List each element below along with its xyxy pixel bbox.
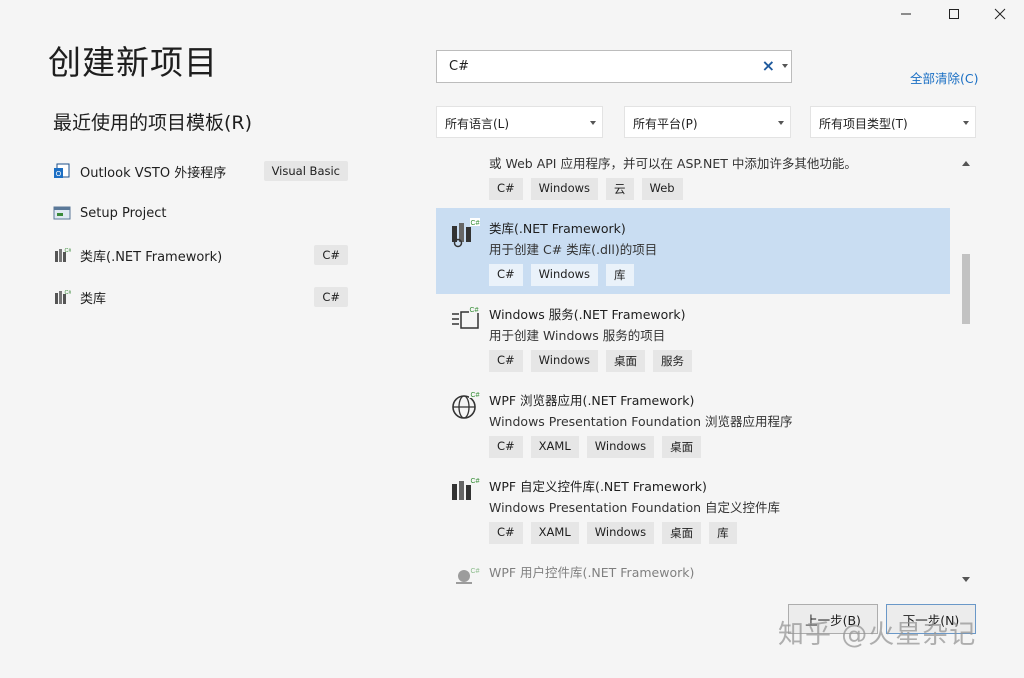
scrollbar-thumb[interactable]	[962, 254, 970, 324]
outlook-vsto-icon: O	[54, 163, 70, 178]
template-list-scrollbar[interactable]	[958, 156, 974, 584]
tag: C#	[489, 522, 523, 544]
template-item-wpf-custom-control-library[interactable]: C# WPF 自定义控件库(.NET Framework) Windows Pr…	[436, 466, 950, 552]
template-name: WPF 自定义控件库(.NET Framework)	[489, 479, 707, 494]
tag: 桌面	[662, 436, 702, 458]
template-search-box[interactable]: C# ×	[436, 50, 792, 83]
class-library-icon: C#	[55, 248, 71, 262]
template-item-class-library[interactable]: C# 类库(.NET Framework) 用于创建 C# 类库(.dll)的项…	[436, 208, 950, 294]
recent-item-class-library-framework[interactable]: C# 类库(.NET Framework) C#	[53, 238, 348, 272]
tag: Windows	[530, 350, 599, 372]
recent-item-label: Setup Project	[80, 205, 167, 221]
clear-all-link[interactable]: 全部清除(C)	[910, 68, 978, 87]
template-desc: Windows Presentation Foundation 自定义控件库	[489, 500, 780, 515]
template-item-wpf-browser-app[interactable]: C# WPF 浏览器应用(.NET Framework) Windows Pre…	[436, 380, 950, 466]
tag: XAML	[530, 522, 579, 544]
scroll-up-icon[interactable]	[962, 161, 970, 166]
tag: C#	[489, 436, 523, 458]
language-badge: C#	[314, 287, 348, 307]
tag: 库	[606, 264, 634, 286]
template-desc: 用于创建 C# 类库(.dll)的项目	[489, 242, 658, 257]
class-library-icon: C#	[55, 290, 71, 304]
wpf-user-control-icon: C#	[456, 566, 480, 584]
tag: C#	[489, 178, 523, 200]
project-type-filter-value: 所有项目类型(T)	[819, 117, 908, 131]
clear-search-icon[interactable]: ×	[762, 56, 775, 75]
svg-text:O: O	[56, 171, 62, 178]
tag: Windows	[530, 264, 599, 286]
tag: Windows	[586, 522, 655, 544]
setup-project-icon	[53, 206, 71, 220]
project-type-filter-select[interactable]: 所有项目类型(T)	[810, 106, 976, 138]
language-badge: Visual Basic	[263, 161, 348, 181]
recent-item-outlook-vsto[interactable]: O Outlook VSTO 外接程序 Visual Basic	[53, 154, 348, 188]
tag: C#	[489, 350, 523, 372]
search-input[interactable]: C#	[449, 59, 469, 74]
template-desc: 用于创建 Windows 服务的项目	[489, 328, 666, 343]
tag: 云	[606, 178, 634, 200]
maximize-button[interactable]	[930, 0, 978, 28]
tag: Web	[641, 178, 683, 200]
tag: Windows	[586, 436, 655, 458]
template-name: WPF 浏览器应用(.NET Framework)	[489, 393, 695, 408]
tag: C#	[489, 264, 523, 286]
wpf-control-library-icon: C#	[452, 476, 480, 500]
page-title: 创建新项目	[48, 43, 218, 82]
tag: 服务	[653, 350, 693, 372]
svg-text:C#: C#	[470, 307, 479, 314]
language-filter-value: 所有语言(L)	[445, 117, 510, 131]
maximize-icon	[949, 9, 959, 19]
platform-filter-select[interactable]: 所有平台(P)	[624, 106, 791, 138]
search-history-dropdown-icon[interactable]	[782, 64, 788, 68]
watermark-text: 知乎 @火星杂记	[778, 620, 977, 650]
tag: 库	[709, 522, 737, 544]
template-name: Windows 服务(.NET Framework)	[489, 307, 686, 322]
template-name: 类库(.NET Framework)	[489, 221, 626, 236]
recent-templates-heading: 最近使用的项目模板(R)	[53, 112, 253, 134]
minimize-button[interactable]	[882, 0, 930, 28]
tag: Windows	[530, 178, 599, 200]
recent-item-setup-project[interactable]: Setup Project	[53, 196, 348, 230]
svg-text:C#: C#	[471, 478, 480, 485]
close-icon	[994, 8, 1006, 20]
svg-text:C#: C#	[471, 392, 480, 399]
chevron-down-icon	[590, 121, 596, 125]
tag: 桌面	[606, 350, 646, 372]
template-item-web-app[interactable]: 或 Web API 应用程序，并可以在 ASP.NET 中添加许多其他功能。 C…	[436, 146, 950, 212]
tag: XAML	[530, 436, 579, 458]
minimize-icon	[901, 13, 911, 15]
language-badge: C#	[314, 245, 348, 265]
language-filter-select[interactable]: 所有语言(L)	[436, 106, 603, 138]
svg-text:C#: C#	[471, 220, 480, 227]
template-list[interactable]: 或 Web API 应用程序，并可以在 ASP.NET 中添加许多其他功能。 C…	[436, 146, 950, 584]
tag: 桌面	[662, 522, 702, 544]
template-desc: 或 Web API 应用程序，并可以在 ASP.NET 中添加许多其他功能。	[489, 156, 857, 171]
recent-item-class-library[interactable]: C# 类库 C#	[53, 280, 348, 314]
scroll-down-icon[interactable]	[962, 577, 970, 582]
platform-filter-value: 所有平台(P)	[633, 117, 698, 131]
template-name: WPF 用户控件库(.NET Framework)	[489, 565, 695, 580]
recent-item-label: 类库	[80, 291, 107, 307]
recent-item-label: Outlook VSTO 外接程序	[80, 165, 227, 181]
svg-text:C#: C#	[471, 568, 480, 575]
class-library-icon: C#	[452, 218, 480, 248]
template-desc: Windows Presentation Foundation 浏览器应用程序	[489, 414, 793, 429]
wpf-browser-icon: C#	[452, 390, 480, 419]
template-item-wpf-user-control-library[interactable]: C# WPF 用户控件库(.NET Framework)	[436, 552, 950, 584]
chevron-down-icon	[963, 121, 969, 125]
svg-text:C#: C#	[64, 248, 71, 254]
close-button[interactable]	[976, 0, 1024, 28]
windows-service-icon: C#	[452, 305, 479, 329]
svg-text:C#: C#	[64, 290, 71, 296]
template-item-windows-service[interactable]: C# Windows 服务(.NET Framework) 用于创建 Windo…	[436, 294, 950, 380]
chevron-down-icon	[778, 121, 784, 125]
recent-item-label: 类库(.NET Framework)	[80, 249, 223, 265]
